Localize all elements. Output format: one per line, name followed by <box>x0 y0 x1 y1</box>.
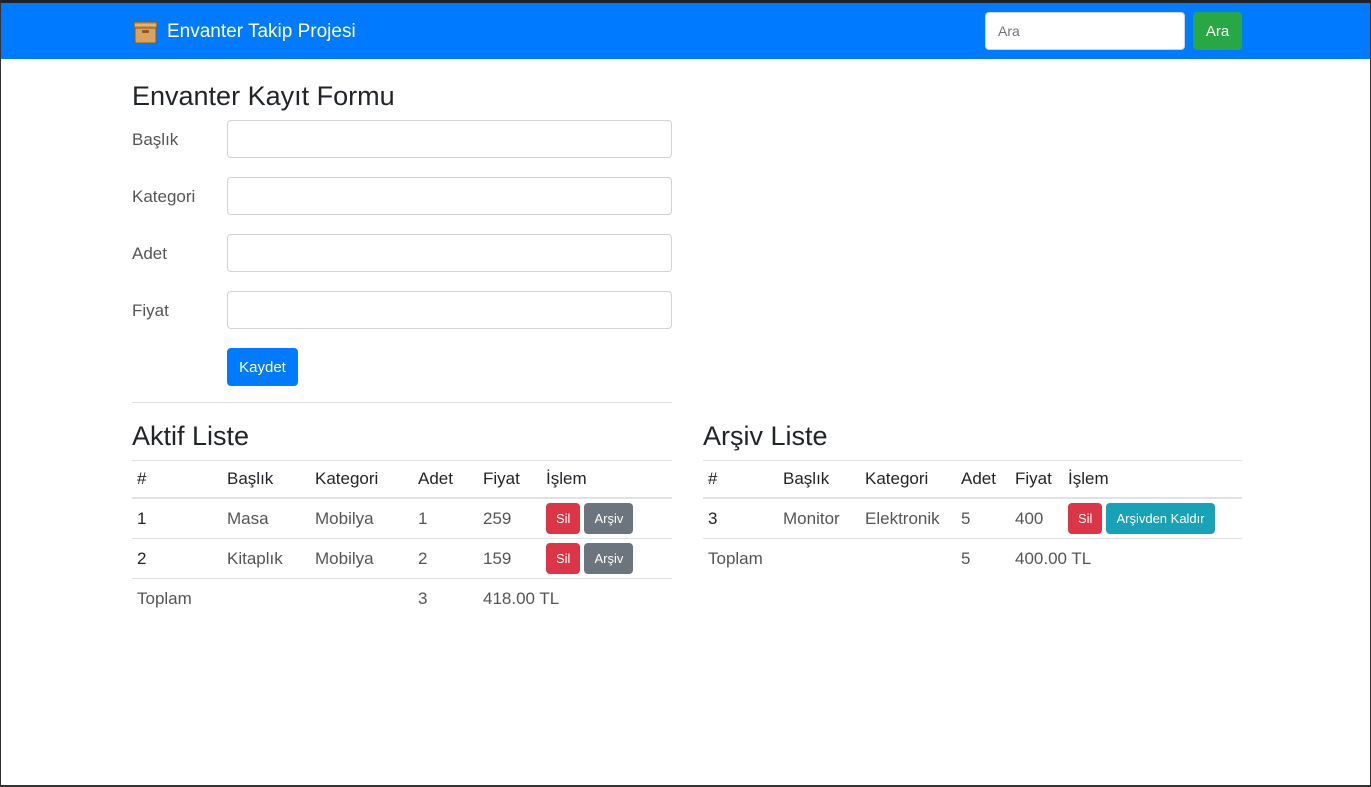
column-header: İşlem <box>1063 460 1242 499</box>
active-list-title: Aktif Liste <box>132 421 250 451</box>
archive-list-title: Arşiv Liste <box>703 421 828 451</box>
column-header: Adet <box>413 460 478 499</box>
table-header-row: # Başlık Kategori Adet Fiyat İşlem <box>703 460 1242 499</box>
row-category: Mobilya <box>310 497 413 539</box>
delete-button[interactable]: Sil <box>1068 503 1103 534</box>
total-price: 418.00 TL <box>478 578 672 618</box>
section-divider <box>132 402 672 403</box>
quantity-field[interactable] <box>227 234 672 272</box>
title-field[interactable] <box>227 120 672 158</box>
row-category: Mobilya <box>310 538 413 579</box>
price-label: Fiyat <box>132 301 169 320</box>
row-id: 1 <box>132 497 222 539</box>
total-price: 400.00 TL <box>1010 538 1242 578</box>
brand-title: Envanter Takip Projesi <box>167 21 356 42</box>
table-header-row: # Başlık Kategori Adet Fiyat İşlem <box>132 460 672 499</box>
title-label: Başlık <box>132 130 179 149</box>
table-row: 2 Kitaplık Mobilya 2 159 Sil Arşiv <box>132 538 672 579</box>
column-header: İşlem <box>541 460 672 499</box>
row-id: 2 <box>132 538 222 579</box>
save-button[interactable]: Kaydet <box>227 348 298 386</box>
row-category: Elektronik <box>860 497 956 539</box>
table-row: 3 Monitor Elektronik 5 400 Sil Arşivden K… <box>703 497 1242 539</box>
delete-button[interactable]: Sil <box>546 503 581 534</box>
total-label: Toplam <box>703 538 778 578</box>
form-row-price: Fiyat <box>132 291 672 329</box>
column-header: Adet <box>956 460 1010 499</box>
window-frame <box>0 0 1371 787</box>
column-header: Fiyat <box>478 460 541 499</box>
table-row: 1 Masa Mobilya 1 259 Sil Arşiv <box>132 497 672 539</box>
row-price: 259 <box>478 497 541 539</box>
active-list-table: # Başlık Kategori Adet Fiyat İşlem 1 Mas… <box>132 460 672 618</box>
column-header: Başlık <box>222 460 310 499</box>
search-button[interactable]: Ara <box>1193 12 1242 50</box>
form-row-category: Kategori <box>132 177 672 215</box>
row-title: Kitaplık <box>222 538 310 579</box>
archive-list-table: # Başlık Kategori Adet Fiyat İşlem 3 Mon… <box>703 460 1242 578</box>
archive-button[interactable]: Arşiv <box>584 503 634 534</box>
column-header: Fiyat <box>1010 460 1063 499</box>
row-price: 159 <box>478 538 541 579</box>
search-input[interactable] <box>985 12 1185 50</box>
row-id: 3 <box>703 497 778 539</box>
price-field[interactable] <box>227 291 672 329</box>
form-row-title: Başlık <box>132 120 672 158</box>
total-row: Toplam 5 400.00 TL <box>703 538 1242 578</box>
column-header: Kategori <box>860 460 956 499</box>
brand-link[interactable]: Envanter Takip Projesi <box>133 17 356 47</box>
form-title: Envanter Kayıt Formu <box>132 81 395 111</box>
delete-button[interactable]: Sil <box>546 543 581 574</box>
column-header: # <box>703 460 778 499</box>
top-navbar: Envanter Takip Projesi Ara <box>0 3 1371 59</box>
total-label: Toplam <box>132 578 222 618</box>
row-quantity: 1 <box>413 497 478 539</box>
category-field[interactable] <box>227 177 672 215</box>
row-actions: Sil Arşiv <box>541 538 672 579</box>
row-actions: Sil Arşiv <box>541 497 672 539</box>
column-header: Başlık <box>778 460 860 499</box>
total-quantity: 3 <box>413 578 478 618</box>
total-row: Toplam 3 418.00 TL <box>132 578 672 618</box>
box-icon <box>133 20 158 45</box>
unarchive-button[interactable]: Arşivden Kaldır <box>1106 503 1215 534</box>
category-label: Kategori <box>132 187 196 206</box>
row-title: Monitor <box>778 497 860 539</box>
column-header: Kategori <box>310 460 413 499</box>
form-row-quantity: Adet <box>132 234 672 272</box>
total-quantity: 5 <box>956 538 1010 578</box>
archive-button[interactable]: Arşiv <box>584 543 634 574</box>
row-title: Masa <box>222 497 310 539</box>
row-quantity: 2 <box>413 538 478 579</box>
row-price: 400 <box>1010 497 1063 539</box>
quantity-label: Adet <box>132 244 167 263</box>
row-actions: Sil Arşivden Kaldır <box>1063 497 1242 539</box>
column-header: # <box>132 460 222 499</box>
row-quantity: 5 <box>956 497 1010 539</box>
